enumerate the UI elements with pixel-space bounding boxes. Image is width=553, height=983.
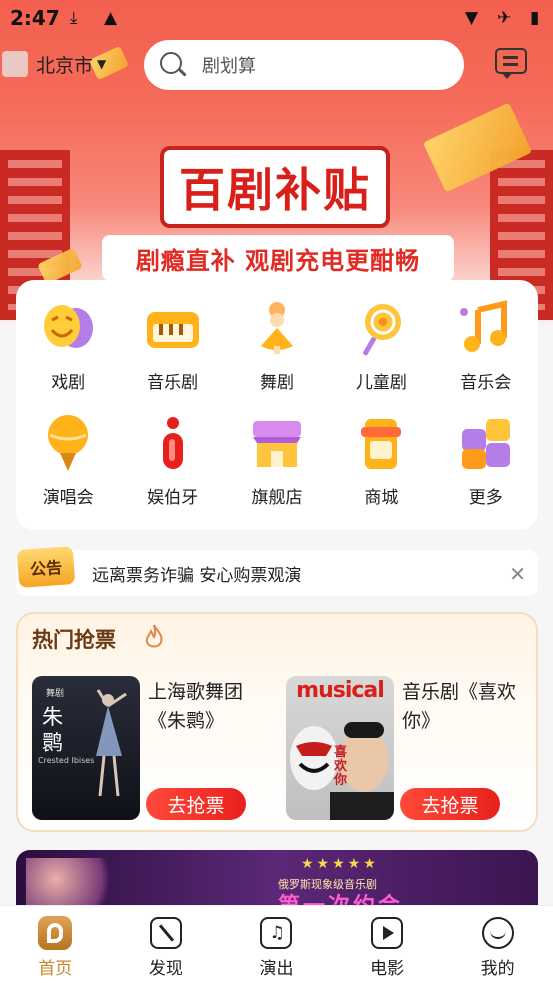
notice-tag: 公告 <box>16 546 76 588</box>
category-grid: 戏剧 音乐剧 舞剧 儿童剧 音乐会 演唱会 娱伯牙 旗舰店 商城 更多 <box>16 298 538 508</box>
category-item-flagship[interactable]: 旗舰店 <box>225 413 329 508</box>
search-input[interactable]: 剧划算 <box>144 40 464 90</box>
app-notification-icon: ▲ <box>104 8 118 28</box>
tab-label: 电影 <box>370 959 405 979</box>
home-logo-icon <box>38 916 73 950</box>
dancer-figure <box>96 689 127 797</box>
poster-image: 舞剧 朱鹮 Crested Ibises <box>32 676 140 820</box>
microphone-icon <box>48 415 89 471</box>
city-selector[interactable]: 北京市 ▼ <box>0 46 106 82</box>
status-bar: 2:47 ⤓ ▲ ▼ ✈ ▮ <box>0 0 553 38</box>
yuboya-logo-icon <box>162 417 183 469</box>
category-label: 旗舰店 <box>251 488 303 508</box>
category-label: 音乐剧 <box>147 373 199 393</box>
profile-smile-icon <box>481 916 515 950</box>
phone-shop-icon <box>361 419 402 469</box>
download-icon: ⤓ <box>70 8 78 28</box>
grab-ticket-button[interactable]: 去抢票 <box>400 788 500 820</box>
tab-label: 首页 <box>38 959 73 979</box>
category-item-live-concert[interactable]: 演唱会 <box>16 413 120 508</box>
poster-title: 朱鹮 <box>42 705 63 755</box>
show-card[interactable]: 舞剧 朱鹮 Crested Ibises 上海歌舞团《朱鹮》 去抢票 <box>32 676 282 822</box>
category-label: 演唱会 <box>42 488 94 508</box>
app-logo-icon <box>2 51 28 77</box>
tab-shows[interactable]: ♫ 演出 <box>221 906 332 983</box>
category-label: 娱伯牙 <box>147 488 199 508</box>
tab-label: 发现 <box>148 959 183 979</box>
lollipop-icon <box>363 304 402 356</box>
search-placeholder: 剧划算 <box>202 56 256 77</box>
piano-icon <box>146 312 199 348</box>
poster-tag: musical <box>296 678 385 703</box>
promo-banner[interactable]: ★★★★★ 俄罗斯现象级音乐剧 第一次约会 <box>16 850 538 910</box>
category-item-musical[interactable]: 音乐剧 <box>120 298 224 393</box>
poster-image: musical 喜欢你 <box>286 676 394 820</box>
grab-ticket-button[interactable]: 去抢票 <box>146 788 246 820</box>
category-item-drama[interactable]: 戏剧 <box>16 298 120 393</box>
battery-icon: ▮ <box>530 8 540 28</box>
tab-discover[interactable]: 发现 <box>111 906 222 983</box>
category-label: 儿童剧 <box>355 373 407 393</box>
category-item-concert[interactable]: 音乐会 <box>434 298 538 393</box>
music-note-icon: ♫ <box>259 916 293 950</box>
show-name: 音乐剧《喜欢你》 <box>402 681 517 732</box>
show-name: 上海歌舞团《朱鹮》 <box>148 681 244 732</box>
close-icon[interactable]: ✕ <box>509 562 526 586</box>
category-label: 舞剧 <box>259 373 294 393</box>
category-label: 戏剧 <box>51 373 86 393</box>
drama-mask-icon <box>44 305 94 348</box>
puzzle-icon <box>461 419 510 469</box>
message-icon[interactable] <box>493 46 529 80</box>
tab-home[interactable]: 首页 <box>0 906 111 983</box>
poster-tag: 舞剧 <box>46 689 65 699</box>
category-item-more[interactable]: 更多 <box>434 413 538 508</box>
fire-icon <box>145 624 163 648</box>
category-item-dance[interactable]: 舞剧 <box>225 298 329 393</box>
wifi-icon: ▼ <box>465 8 479 28</box>
show-card[interactable]: musical 喜欢你 音乐剧《喜欢你》 去抢票 <box>286 676 536 822</box>
music-note-icon <box>459 300 507 352</box>
hot-tickets-section: 热门抢票 舞剧 朱鹮 Crested Ibises 上海歌舞团《朱鹮》 去抢票 … <box>16 612 538 832</box>
poster-title: 喜欢你 <box>334 745 348 788</box>
compass-icon <box>149 916 183 950</box>
city-name: 北京市 <box>36 54 94 77</box>
category-item-mall[interactable]: 商城 <box>329 413 433 508</box>
category-label: 商城 <box>364 488 399 508</box>
tab-profile[interactable]: 我的 <box>442 906 553 983</box>
category-label: 音乐会 <box>460 373 512 393</box>
status-time: 2:47 <box>10 6 60 30</box>
category-card: 戏剧 音乐剧 舞剧 儿童剧 音乐会 演唱会 娱伯牙 旗舰店 商城 更多 <box>16 280 538 530</box>
promo-performers-image <box>26 858 126 910</box>
category-item-children[interactable]: 儿童剧 <box>329 298 433 393</box>
category-label: 更多 <box>468 488 503 508</box>
tab-movies[interactable]: 电影 <box>332 906 443 983</box>
film-icon <box>370 916 404 950</box>
dancer-icon <box>260 302 293 354</box>
category-item-yuboya[interactable]: 娱伯牙 <box>120 413 224 508</box>
search-icon <box>160 52 186 78</box>
tab-label: 我的 <box>480 959 515 979</box>
banner-title[interactable]: 百剧补贴 <box>160 146 390 228</box>
caret-down-icon: ▼ <box>97 57 107 71</box>
banner-subtitle[interactable]: 剧瘾直补 观剧充电更酣畅 <box>102 235 454 281</box>
section-title: 热门抢票 <box>32 628 116 652</box>
airplane-icon: ✈ <box>497 8 512 28</box>
storefront-icon <box>252 421 301 467</box>
notice-text: 远离票务诈骗 安心购票观演 <box>92 565 302 586</box>
tab-label: 演出 <box>259 959 294 979</box>
rating-stars: ★★★★★ <box>301 856 379 872</box>
bottom-tab-bar: 首页 发现 ♫ 演出 电影 我的 <box>0 905 553 983</box>
notice-bar[interactable]: 公告 远离票务诈骗 安心购票观演 ✕ <box>16 546 538 596</box>
